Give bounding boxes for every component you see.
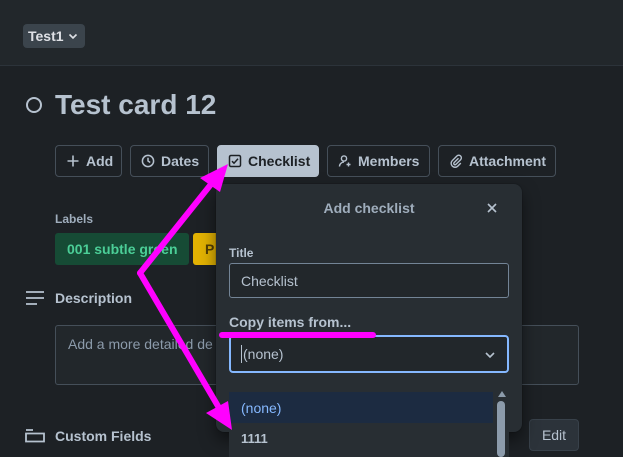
members-button-label: Members (358, 153, 420, 169)
board-switcher-button[interactable]: Test1 (23, 24, 85, 48)
copy-items-selected-value: (none) (243, 346, 284, 362)
attachment-button[interactable]: Attachment (438, 145, 556, 177)
checklist-title-input[interactable] (229, 263, 509, 298)
add-member-icon (338, 155, 351, 167)
checklist-button[interactable]: Checklist (217, 145, 319, 177)
custom-fields-title: Custom Fields (55, 428, 152, 444)
dates-button[interactable]: Dates (130, 145, 209, 177)
close-icon (487, 203, 497, 213)
description-title: Description (55, 290, 133, 306)
dates-button-label: Dates (161, 153, 200, 169)
add-button[interactable]: Add (55, 145, 122, 177)
members-button[interactable]: Members (327, 145, 430, 177)
labels-heading: Labels (55, 212, 94, 226)
add-button-label: Add (86, 153, 114, 169)
text-caret (241, 345, 242, 363)
dropdown-option-none[interactable]: (none) (229, 392, 493, 423)
dropdown-scrollbar[interactable] (497, 401, 505, 457)
copy-items-dropdown: (none) 1111 (229, 389, 509, 457)
checklist-button-label: Checklist (248, 153, 311, 169)
card-complete-toggle[interactable] (26, 97, 42, 113)
dropdown-option-1111[interactable]: 1111 (229, 423, 493, 454)
chevron-down-icon (485, 352, 495, 359)
clock-icon (141, 154, 155, 168)
scroll-up-arrow-icon[interactable] (497, 389, 507, 399)
attachment-button-label: Attachment (469, 153, 547, 169)
custom-fields-edit-button[interactable]: Edit (529, 419, 579, 451)
description-icon (26, 291, 44, 305)
copy-items-label: Copy items from... (229, 314, 352, 330)
plus-icon (67, 155, 79, 167)
custom-fields-icon (25, 429, 45, 443)
label-chip-green[interactable]: 001 subtle green (55, 233, 189, 265)
board-name: Test1 (28, 28, 64, 44)
paperclip-icon (450, 154, 463, 168)
chevron-down-icon (68, 33, 77, 40)
board-header: Test1 (0, 0, 623, 66)
checkbox-icon (228, 154, 242, 168)
popover-title: Add checklist (323, 200, 415, 216)
copy-items-select[interactable]: (none) (229, 335, 509, 373)
close-button[interactable] (482, 198, 502, 218)
card-title[interactable]: Test card 12 (55, 89, 216, 121)
title-field-label: Title (229, 246, 254, 260)
